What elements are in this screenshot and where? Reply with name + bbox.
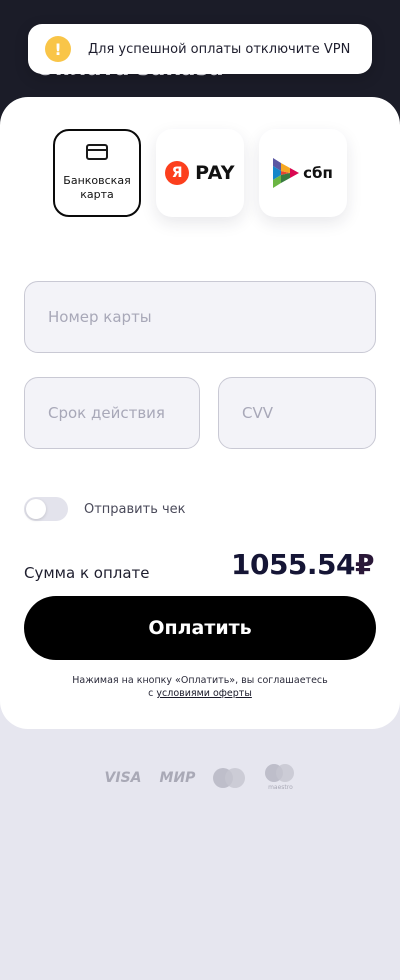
card-number-input[interactable]: Номер карты: [24, 281, 376, 353]
maestro-logo: maestro: [263, 764, 295, 792]
receipt-row: Отправить чек: [24, 497, 186, 521]
vpn-toast: ! Для успешной оплаты отключите VPN: [28, 24, 372, 74]
toast-text: Для успешной оплаты отключите VPN: [88, 41, 351, 57]
legal-notice: Нажимая на кнопку «Оплатить», вы соглаша…: [70, 674, 330, 700]
expiry-input[interactable]: Срок действия: [24, 377, 200, 449]
payment-card: Банковская карта Я PAY сбп Номер карты С…: [0, 97, 400, 729]
yandex-pay-logo: Я PAY: [165, 161, 235, 185]
offer-terms-link[interactable]: условиями оферты: [156, 688, 251, 699]
bank-card-icon: [86, 144, 108, 160]
sum-label: Сумма к оплате: [24, 564, 150, 582]
maestro-label: maestro: [268, 784, 293, 791]
method-bank-card-label: Банковская карта: [63, 174, 131, 201]
sum-amount-value: 1055.54: [230, 548, 356, 581]
currency-symbol: ₽: [355, 548, 374, 581]
receipt-toggle[interactable]: [24, 497, 68, 521]
method-bank-card[interactable]: Банковская карта: [53, 129, 141, 217]
mir-logo: МИР: [159, 770, 196, 786]
sbp-icon: [273, 158, 300, 188]
yandex-pay-label: PAY: [195, 162, 235, 184]
pay-button[interactable]: Оплатить: [24, 596, 376, 660]
method-sbp[interactable]: сбп: [259, 129, 347, 217]
method-yandex-pay[interactable]: Я PAY: [156, 129, 244, 217]
sum-amount: 1055.54₽: [230, 548, 375, 581]
yandex-logo-icon: Я: [165, 161, 190, 185]
warning-icon: !: [45, 36, 71, 62]
visa-logo: VISA: [104, 770, 142, 786]
sbp-label: сбп: [303, 164, 333, 182]
sbp-logo: сбп: [273, 158, 333, 188]
receipt-toggle-label: Отправить чек: [84, 501, 186, 517]
mastercard-logo: [213, 768, 246, 788]
payment-brands: VISA МИР maestro: [0, 764, 400, 792]
toggle-knob: [26, 499, 46, 519]
cvv-input[interactable]: CVV: [218, 377, 376, 449]
